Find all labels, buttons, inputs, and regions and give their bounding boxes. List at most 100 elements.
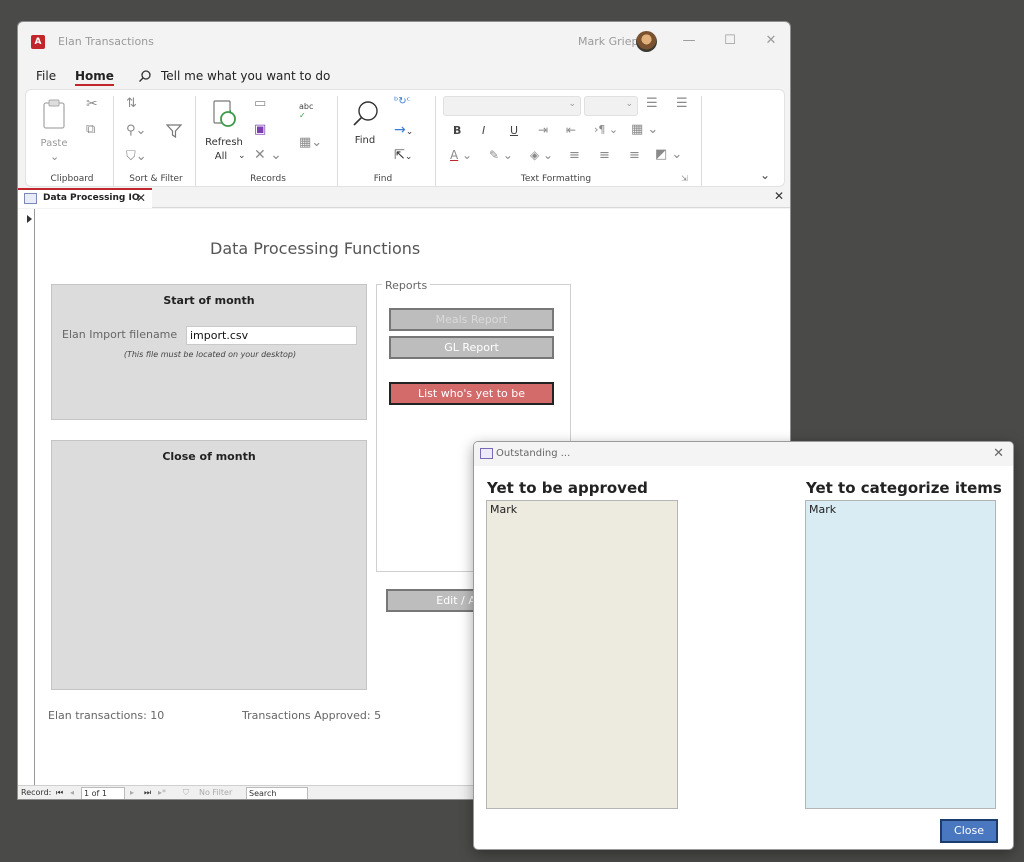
group-clipboard: Clipboard [50,174,94,184]
close-of-month-panel: Close of month [51,440,367,690]
find-icon[interactable] [352,100,380,128]
form-icon [24,193,37,204]
next-record-icon[interactable]: ▸ [130,788,134,797]
close-of-month-heading: Close of month [162,450,256,463]
advanced-filter-icon[interactable]: ⛉⌄ [126,149,147,164]
refresh-icon[interactable] [212,99,238,129]
tab-data-processing-io[interactable]: Data Processing IO ✕ [18,188,152,208]
group-text-formatting: Text Formatting [520,174,592,184]
copy-icon[interactable]: ⧉ [86,122,95,137]
close-tab-icon[interactable]: ✕ [136,191,146,205]
last-record-icon[interactable]: ⏭ [144,788,151,798]
align-right-icon[interactable]: ≡ [629,148,640,163]
cut-icon[interactable]: ✂ [86,96,98,112]
menu-home[interactable]: Home [75,69,114,86]
dialog-title: Outstanding ... [496,448,571,459]
font-size-combo[interactable]: ⌄ [584,96,638,116]
title-bar: A Elan Transactions Mark Griep — ☐ ✕ [18,22,790,62]
dialog-close-icon[interactable]: ✕ [993,446,1004,461]
spelling-icon[interactable]: abc ✓ [299,102,313,120]
dialog-title-bar: Outstanding ... ✕ [474,442,1013,466]
underline-button[interactable]: U [510,124,518,137]
new-blank-record-icon[interactable]: ▸* [158,788,166,797]
filter-status-icon: ⛉ [183,788,189,797]
maximize-button[interactable]: ☐ [715,31,745,51]
refresh-label[interactable]: Refresh [202,137,246,148]
increase-indent-icon[interactable]: ⇥ [538,123,548,137]
import-filename-input[interactable]: import.csv [186,326,357,345]
align-left-icon[interactable]: ≡ [569,148,580,163]
ribbon-separator [113,96,114,186]
form-title: Data Processing Functions [210,239,421,258]
close-window-button[interactable]: ✕ [756,31,786,51]
user-name[interactable]: Mark Griep [578,35,638,48]
search-icon[interactable] [138,69,152,83]
current-record-input[interactable]: 1 of 1 [81,787,125,799]
list-unapproved-button[interactable]: List who's yet to be approved [389,382,554,419]
meals-report-button[interactable]: Meals Report [389,308,554,331]
document-tab-bar: Data Processing IO ✕ ✕ [18,188,790,208]
delete-record-icon[interactable]: ✕ ⌄ [254,147,282,163]
go-to-icon[interactable]: →⌄ [394,122,413,138]
record-search-input[interactable]: Search [246,787,308,799]
replace-icon[interactable]: ᵇ↻ᶜ [394,96,410,107]
import-filename-label: Elan Import filename [62,328,178,341]
user-avatar[interactable] [636,31,657,52]
highlight-icon[interactable]: ✎ ⌄ [489,148,513,162]
tell-me-box[interactable]: Tell me what you want to do [161,69,330,83]
sort-ascending-icon[interactable]: ⇅ [126,96,137,111]
new-record-icon[interactable]: ▭ [254,96,266,111]
previous-record-icon[interactable]: ◂ [70,788,74,797]
font-name-combo[interactable]: ⌄ [443,96,581,116]
font-color-icon[interactable]: A ⌄ [450,148,472,162]
find-label[interactable]: Find [348,135,382,146]
start-of-month-panel: Start of month Elan Import filename impo… [51,284,367,420]
filter-icon[interactable] [166,124,182,138]
list-item[interactable]: Mark [809,503,992,516]
dialog-launcher-icon[interactable]: ⇲ [681,174,688,183]
paragraph-direction-icon[interactable]: ›¶ ⌄ [594,123,618,136]
collapse-ribbon-icon[interactable]: ⌄ [760,168,770,182]
yet-to-be-approved-list[interactable]: Mark [486,500,678,809]
start-of-month-heading: Start of month [163,294,255,307]
align-center-icon[interactable]: ≡ [599,148,610,163]
record-selector[interactable] [18,209,35,785]
group-sort-filter: Sort & Filter [129,174,183,184]
ribbon-separator [195,96,196,186]
paste-label[interactable]: Paste [39,138,69,149]
import-file-note: (This file must be located on your deskt… [123,350,297,359]
no-filter-indicator[interactable]: No Filter [199,788,232,797]
elan-transactions-count: Elan transactions: 10 [48,709,165,722]
minimize-button[interactable]: — [674,31,704,51]
refresh-dropdown-icon[interactable]: ⌄ [238,151,246,161]
bullets-icon[interactable]: ☰ [646,96,658,111]
refresh-all-label[interactable]: All [202,151,240,162]
group-records: Records [250,174,286,184]
close-button[interactable]: Close [940,819,998,843]
save-record-icon[interactable]: ▣ [254,122,266,137]
menu-file[interactable]: File [36,69,56,83]
italic-button[interactable]: I [482,124,485,137]
fill-color-icon[interactable]: ◈ ⌄ [530,148,553,162]
conditional-formatting-icon[interactable]: ◩ ⌄ [655,147,682,162]
list-item[interactable]: Mark [490,503,674,516]
gridlines-icon[interactable]: ▦ ⌄ [631,122,658,137]
selection-filter-icon[interactable]: ⚲⌄ [126,123,146,138]
paste-dropdown-icon[interactable]: ⌄ [50,150,59,163]
record-label: Record: [21,788,52,797]
numbering-icon[interactable]: ☰ [676,96,688,111]
gl-report-button[interactable]: GL Report [389,336,554,359]
close-document-icon[interactable]: ✕ [774,189,784,203]
group-find: Find [373,174,393,184]
ribbon: Paste ⌄ ✂ ⧉ Clipboard ⇅ ⚲⌄ ⛉⌄ Sort & Fil… [25,89,785,187]
select-icon[interactable]: ⇱⌄ [394,148,412,163]
paste-icon[interactable] [40,98,68,130]
access-app-icon: A [31,35,45,49]
first-record-icon[interactable]: ⏮ [56,788,63,798]
more-records-icon[interactable]: ▦⌄ [299,135,322,150]
ribbon-separator [337,96,338,186]
decrease-indent-icon[interactable]: ⇤ [566,123,576,137]
yet-to-categorize-list[interactable]: Mark [805,500,996,809]
reports-legend: Reports [382,279,431,292]
bold-button[interactable]: B [453,124,461,137]
